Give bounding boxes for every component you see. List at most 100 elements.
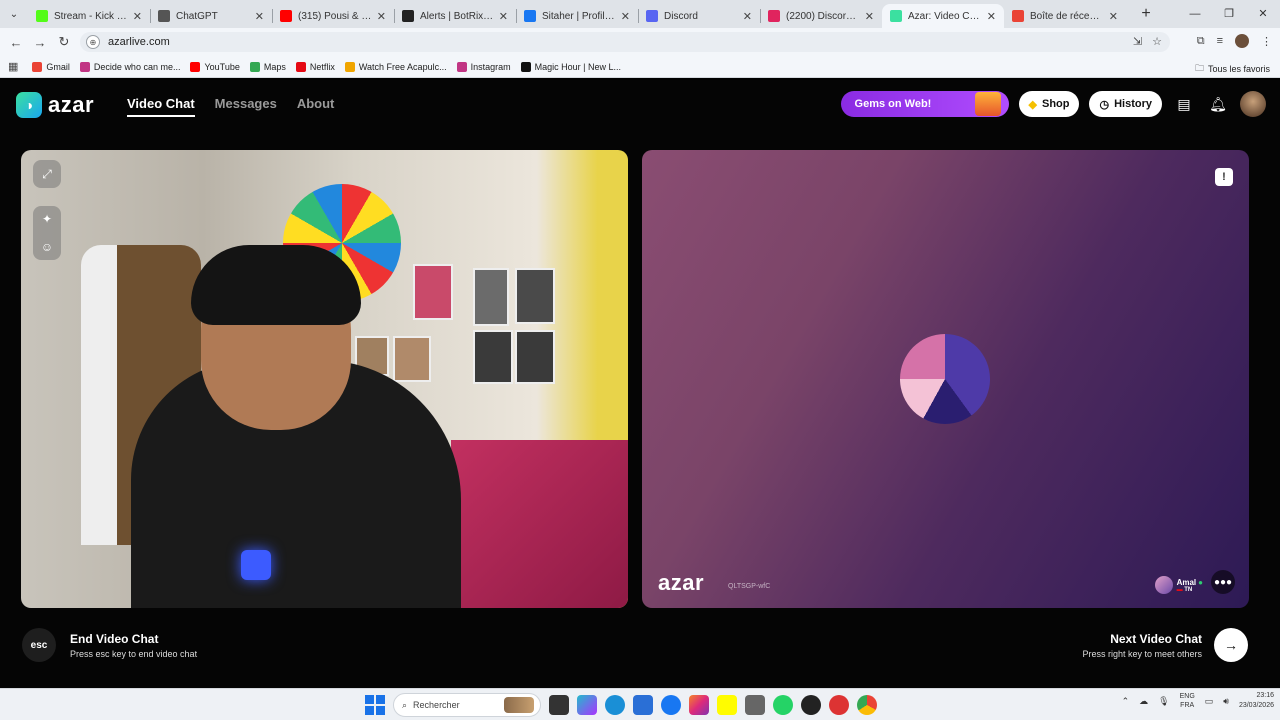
maximize-icon[interactable]: ❐ [1212,0,1246,28]
tray-chevron-icon[interactable]: ⌃ [1122,696,1130,707]
browser-tab[interactable]: (315) Pousi & Muslim ✕ [272,4,394,28]
taskbar-search[interactable]: ⌕ Rechercher [393,693,541,717]
tab-close-icon[interactable]: ✕ [621,10,630,23]
notification-bell-icon[interactable]: 🔔︎ [1206,92,1230,116]
store-icon[interactable] [633,695,653,715]
instagram-icon[interactable] [689,695,709,715]
gem-icon: ◆ [1028,98,1037,111]
windows-start-icon[interactable] [365,695,385,715]
tab-strip: ⌄ Stream - Kick Dashbo✕ChatGPT✕(315) Pou… [0,0,1280,28]
bookmark-label: Netflix [309,61,335,72]
nav-messages[interactable]: Messages [215,96,277,117]
user-avatar[interactable] [1240,91,1266,117]
tab-close-icon[interactable]: ✕ [987,10,996,23]
camera-app-icon[interactable] [745,695,765,715]
bookmark-item[interactable]: Magic Hour | New L... [520,61,621,72]
browser-tab[interactable]: ChatGPT ✕ [150,4,272,28]
close-window-icon[interactable]: ✕ [1246,0,1280,28]
wall-poster [515,330,555,384]
bookmark-item[interactable]: Maps [249,61,286,72]
task-view-icon[interactable] [549,695,569,715]
extensions-icon[interactable]: ⧉ [1197,35,1205,48]
magic-wand-icon[interactable]: ✦ [42,212,52,226]
browser-tab[interactable]: Alerts | BotRix — Clo ✕ [394,4,516,28]
obs-icon[interactable] [801,695,821,715]
browser-tab[interactable]: Sitaher | Profil Bakch ✕ [516,4,638,28]
apps-grid-icon[interactable]: ▦ [8,60,18,73]
browser-tab[interactable]: Discord ✕ [638,4,760,28]
browser-menu-icon[interactable]: ⋮ [1261,35,1272,48]
nav-about[interactable]: About [297,96,335,117]
tab-close-icon[interactable]: ✕ [255,10,264,23]
facebook-icon[interactable] [661,695,681,715]
url-text[interactable]: azarlive.com [108,36,170,48]
back-icon[interactable]: ← [4,35,28,50]
wall-poster [515,268,555,324]
face-filter-icon[interactable]: ☺ [41,240,53,254]
fullscreen-icon[interactable]: ⤢ [33,160,61,188]
media-controls-icon[interactable]: ≡ [1217,35,1223,47]
tab-title: (315) Pousi & Muslim [298,10,373,22]
bookmark-item[interactable]: YouTube [190,61,240,72]
browser-tab[interactable]: Azar: Video Chat ✕ [882,4,1004,28]
snapchat-icon[interactable] [717,695,737,715]
gems-promo-button[interactable]: Gems on Web! [840,91,1009,117]
browser-toolbar: ← → ↻ ⊕ azarlive.com ⇲ ☆ ⧉ ≡ ⋮ [0,28,1280,56]
tab-close-icon[interactable]: ✕ [499,10,508,23]
next-arrow-button[interactable]: → [1214,628,1248,662]
microphone-icon[interactable]: 🎙︎ [1158,696,1169,707]
tab-close-icon[interactable]: ✕ [377,10,386,23]
tab-search-icon[interactable]: ⌄ [0,0,28,28]
app-icon[interactable] [829,695,849,715]
monitor-icon[interactable]: ▭ [1205,696,1214,707]
tab-favicon-icon [402,10,414,22]
report-icon[interactable]: ! [1215,168,1233,186]
minimize-icon[interactable]: — [1178,0,1212,28]
treasure-chest-icon [974,92,1001,116]
chat-bubble-icon[interactable]: ●●● [1211,570,1235,594]
tab-close-icon[interactable]: ✕ [743,10,752,23]
new-tab-button[interactable]: + [1134,5,1158,23]
wall-photo [393,336,431,382]
my-camera-view: ⤢ ✦ ☺ [21,150,628,608]
bookmark-star-icon[interactable]: ☆ [1152,35,1162,48]
bookmark-item[interactable]: Instagram [456,61,511,72]
tab-favicon-icon [1012,10,1024,22]
taskbar-clock[interactable]: 23:16 23/03/2026 [1239,691,1274,711]
browser-tab[interactable]: Boîte de réception (2 ✕ [1004,4,1126,28]
bookmark-item[interactable]: Watch Free Acapulc... [344,61,447,72]
nav-video-chat[interactable]: Video Chat [127,96,195,117]
tab-title: Boîte de réception (2 [1030,10,1105,22]
browser-tab[interactable]: (2200) Discord | Frien ✕ [760,4,882,28]
azar-logo[interactable]: ◑ azar [16,92,94,118]
tab-close-icon[interactable]: ✕ [133,10,142,23]
history-button[interactable]: ◷ History [1089,91,1162,117]
edge-icon[interactable] [605,695,625,715]
forward-icon[interactable]: → [28,35,52,50]
end-chat-control: esc End Video Chat Press esc key to end … [22,628,197,662]
inbox-icon[interactable]: ▤ [1172,92,1196,116]
language-switcher[interactable]: ENG FRA [1180,692,1195,710]
tab-favicon-icon [524,10,536,22]
partner-info[interactable]: Amal ● ▬ TN [1154,576,1203,594]
all-bookmarks[interactable]: 🗀 Tous les favoris [1195,61,1270,77]
shop-button[interactable]: ◆ Shop [1018,91,1080,117]
site-info-icon[interactable]: ⊕ [86,35,100,49]
bookmark-item[interactable]: Decide who can me... [79,61,180,72]
address-bar[interactable]: ⊕ azarlive.com ⇲ ☆ [80,32,1170,52]
network-app-icon[interactable]: ☁ [1139,696,1148,707]
install-app-icon[interactable]: ⇲ [1133,35,1142,48]
bookmark-item[interactable]: Netflix [295,61,335,72]
chrome-icon[interactable] [857,695,877,715]
tab-close-icon[interactable]: ✕ [1109,10,1118,23]
tab-close-icon[interactable]: ✕ [865,10,874,23]
whatsapp-icon[interactable] [773,695,793,715]
copilot-icon[interactable] [577,695,597,715]
esc-key-button[interactable]: esc [22,628,56,662]
reload-icon[interactable]: ↻ [52,34,76,50]
bookmark-item[interactable]: Gmail [32,61,70,72]
profile-avatar[interactable] [1235,34,1249,48]
next-chat-title: Next Video Chat [1110,631,1202,646]
volume-icon[interactable]: 🔊︎ [1223,696,1229,707]
browser-tab[interactable]: Stream - Kick Dashbo ✕ [28,4,150,28]
